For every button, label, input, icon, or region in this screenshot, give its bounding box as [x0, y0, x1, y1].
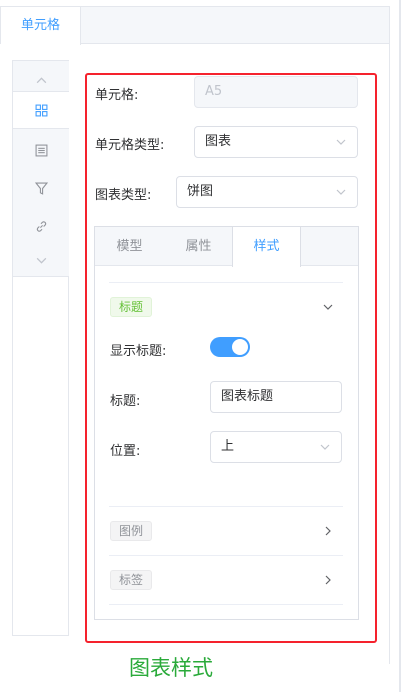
tab-cell[interactable]: 单元格 [1, 7, 81, 45]
highlight-frame [85, 73, 377, 643]
panel-border [389, 44, 390, 664]
side-button-filter[interactable] [13, 169, 69, 207]
side-toolbar-column [13, 61, 69, 277]
top-tab-strip: 单元格 [0, 6, 390, 45]
grid-icon [35, 104, 47, 116]
side-button-link[interactable] [13, 207, 69, 245]
scroll-down-button[interactable] [13, 241, 69, 279]
side-toolbar [12, 60, 69, 636]
list-icon [35, 144, 47, 156]
side-button-list[interactable] [13, 131, 69, 169]
side-button-cell[interactable] [13, 91, 69, 129]
chevron-up-icon [36, 76, 46, 83]
filter-icon [34, 182, 48, 195]
link-icon [36, 220, 46, 232]
chevron-down-icon [36, 257, 46, 264]
caption: 图表样式 [129, 656, 213, 680]
